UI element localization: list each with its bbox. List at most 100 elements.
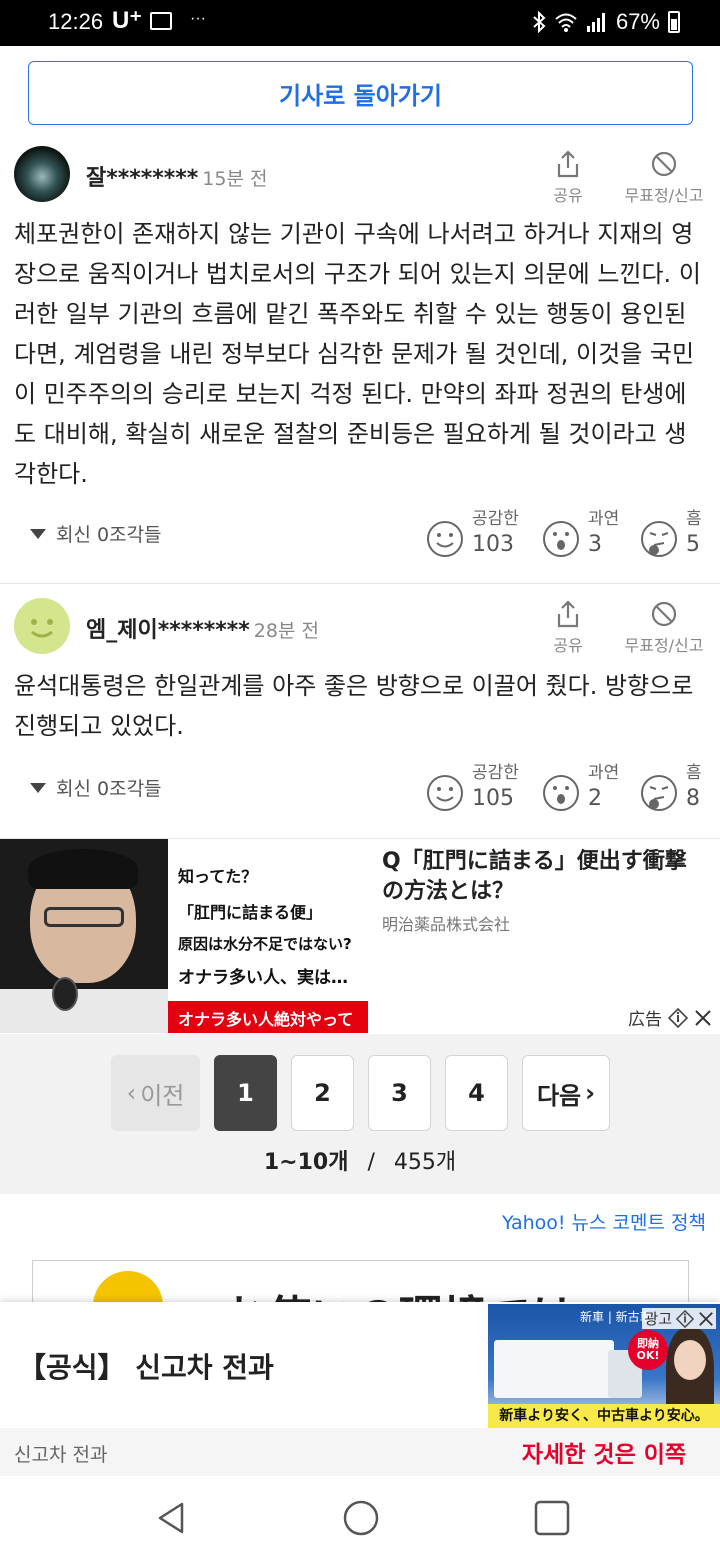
bottom-ad-title[interactable]: 【공식】 신고차 전과 <box>18 1346 274 1386</box>
adchoices-icon[interactable] <box>676 1309 694 1328</box>
result-range: 1~10개 <box>263 1150 349 1175</box>
reaction-hmm[interactable]: 흠5 <box>640 508 702 560</box>
reaction-surprised[interactable]: 과연 3 <box>542 508 619 560</box>
block-icon <box>651 151 677 177</box>
ad-headline[interactable]: Q「肛門に詰まる」便出す衝撃の方法とは？ <box>382 847 702 907</box>
chevron-right-icon: › <box>585 1079 596 1107</box>
reaction-label: 공감한 <box>472 509 519 529</box>
next-label: 다음 <box>536 1081 582 1110</box>
bottom-ad[interactable]: 【공식】 신고차 전과 新車 | 新古車 即納OK! 新車より安く、中古車より安… <box>0 1302 720 1476</box>
reply-count: 회신 0조각들 <box>56 778 162 800</box>
share-button[interactable]: 공유 <box>546 150 590 206</box>
comment-policy-link[interactable]: Yahoo! 뉴스 코멘트 정책 <box>502 1208 706 1235</box>
bottom-ad-label-text: 광고 <box>644 1310 672 1328</box>
bottom-ad-footer: 신고차 전과 자세한 것은 이쪽 <box>0 1428 720 1476</box>
close-icon[interactable] <box>698 1311 714 1327</box>
comment-item: 엠_제이******** 28분 전 공유 무표정/신고 윤석대통령은 한일관계를… <box>0 584 720 839</box>
caret-down-icon <box>30 782 46 793</box>
report-button[interactable]: 무표정/신고 <box>616 600 712 656</box>
person-face <box>674 1340 706 1380</box>
reaction-label: 과연 <box>588 763 620 783</box>
block-icon <box>651 601 677 627</box>
back-icon[interactable] <box>152 1498 192 1538</box>
comment-author[interactable]: 엠_제이******** 28분 전 <box>86 612 319 644</box>
page-1-button[interactable]: 1 <box>214 1055 277 1131</box>
reaction-agree[interactable]: 공감한 105 <box>426 762 519 814</box>
back-to-article-button[interactable]: 기사로 돌아가기 <box>28 61 693 125</box>
report-label: 무표정/신고 <box>624 636 704 655</box>
thinking-face-icon <box>641 775 677 811</box>
author-name: 잘******** <box>86 166 199 191</box>
reaction-count: 2 <box>588 786 602 811</box>
next-page-button[interactable]: 다음 › <box>522 1055 610 1131</box>
inline-ad[interactable]: 知ってた？ 「肛門に詰まる便」 原因は水分不足ではない? オナラ多い人、実は… … <box>0 839 720 1033</box>
reaction-label: 흠 <box>686 509 702 529</box>
more-notifications-icon: ··· <box>190 10 206 27</box>
prev-label: 이전 <box>140 1081 185 1110</box>
ad-person-photo <box>0 839 168 1033</box>
comment-time: 15분 전 <box>202 168 268 190</box>
reply-count: 회신 0조각들 <box>56 524 162 546</box>
reply-toggle[interactable]: 회신 0조각들 <box>30 774 162 801</box>
surprised-face-icon <box>543 775 579 811</box>
pagination: ‹ 이전 1 2 3 4 다음 › 1~10개 / 455개 <box>0 1034 720 1194</box>
reaction-count: 105 <box>472 786 514 811</box>
ad-image-text: オナラ多い人、実は… <box>178 968 348 988</box>
page-4-button[interactable]: 4 <box>445 1055 508 1131</box>
ad-image-text: 原因は水分不足ではない? <box>178 935 352 953</box>
smile-face-icon <box>427 775 463 811</box>
report-button[interactable]: 무표정/신고 <box>616 150 712 206</box>
reaction-label: 흠 <box>686 763 702 783</box>
page-3-button[interactable]: 3 <box>368 1055 431 1131</box>
ad-label-text: 広告 <box>628 1010 662 1030</box>
system-nav-bar <box>0 1476 720 1560</box>
status-bar: 12:26 U⁺ ··· 67% <box>0 0 720 46</box>
comment-time: 28분 전 <box>253 620 319 642</box>
home-icon[interactable] <box>341 1498 381 1538</box>
author-name: 엠_제이******** <box>86 618 250 643</box>
ad-image-text: 知ってた？ <box>178 867 258 886</box>
ad-image-banner: オナラ多い人絶対やって <box>168 1001 368 1033</box>
smiley-avatar-icon <box>31 619 53 638</box>
carrier-label: U⁺ <box>112 7 142 34</box>
result-total: 455개 <box>393 1150 457 1175</box>
adchoices-icon[interactable] <box>668 1007 688 1028</box>
status-time: 12:26 <box>48 9 104 34</box>
ad-label[interactable]: 広告 <box>628 1005 712 1030</box>
message-icon <box>150 12 172 30</box>
avatar[interactable] <box>14 146 70 202</box>
thinking-face-icon <box>641 521 677 557</box>
share-button[interactable]: 공유 <box>546 600 590 656</box>
caret-down-icon <box>30 528 46 539</box>
bottom-ad-advertiser: 신고차 전과 <box>14 1444 108 1466</box>
bottom-ad-image-tag: 新車 | 新古車 <box>580 1310 652 1324</box>
avatar[interactable] <box>14 598 70 654</box>
ad-image[interactable]: 知ってた？ 「肛門に詰まる便」 原因は水分不足ではない? オナラ多い人、実は… … <box>0 839 368 1033</box>
close-icon[interactable] <box>694 1009 712 1027</box>
bottom-ad-cta-button[interactable]: 자세한 것은 이쪽 <box>488 1428 720 1476</box>
reply-toggle[interactable]: 회신 0조각들 <box>30 520 162 547</box>
surprised-face-icon <box>543 521 579 557</box>
share-label: 공유 <box>553 636 583 655</box>
comment-author[interactable]: 잘******** 15분 전 <box>86 160 267 192</box>
reaction-count: 103 <box>472 532 514 557</box>
page-2-button[interactable]: 2 <box>291 1055 354 1131</box>
bottom-ad-image[interactable]: 新車 | 新古車 即納OK! 新車より安く、中古車より安心。 광고 <box>488 1304 720 1428</box>
share-icon <box>557 150 579 178</box>
comment-text: 체포권한이 존재하지 않는 기관이 구속에 나서려고 하거나 지재의 영장으로 … <box>14 220 701 488</box>
reaction-label: 공감한 <box>472 763 519 783</box>
status-right: 67% <box>532 9 680 35</box>
report-label: 무표정/신고 <box>624 186 704 205</box>
truck-illustration <box>494 1340 614 1398</box>
smile-face-icon <box>427 521 463 557</box>
prev-page-button[interactable]: ‹ 이전 <box>111 1055 200 1131</box>
reaction-label: 과연 <box>588 509 620 529</box>
reaction-surprised[interactable]: 과연 2 <box>542 762 619 814</box>
reaction-hmm[interactable]: 흠8 <box>640 762 702 814</box>
wifi-icon <box>555 13 577 32</box>
battery-icon <box>668 11 680 33</box>
reaction-agree[interactable]: 공감한 103 <box>426 508 519 560</box>
recents-icon[interactable] <box>532 1498 572 1538</box>
ad-image-text: 「肛門に詰まる便」 <box>178 903 323 922</box>
bottom-ad-label[interactable]: 광고 <box>642 1308 716 1329</box>
